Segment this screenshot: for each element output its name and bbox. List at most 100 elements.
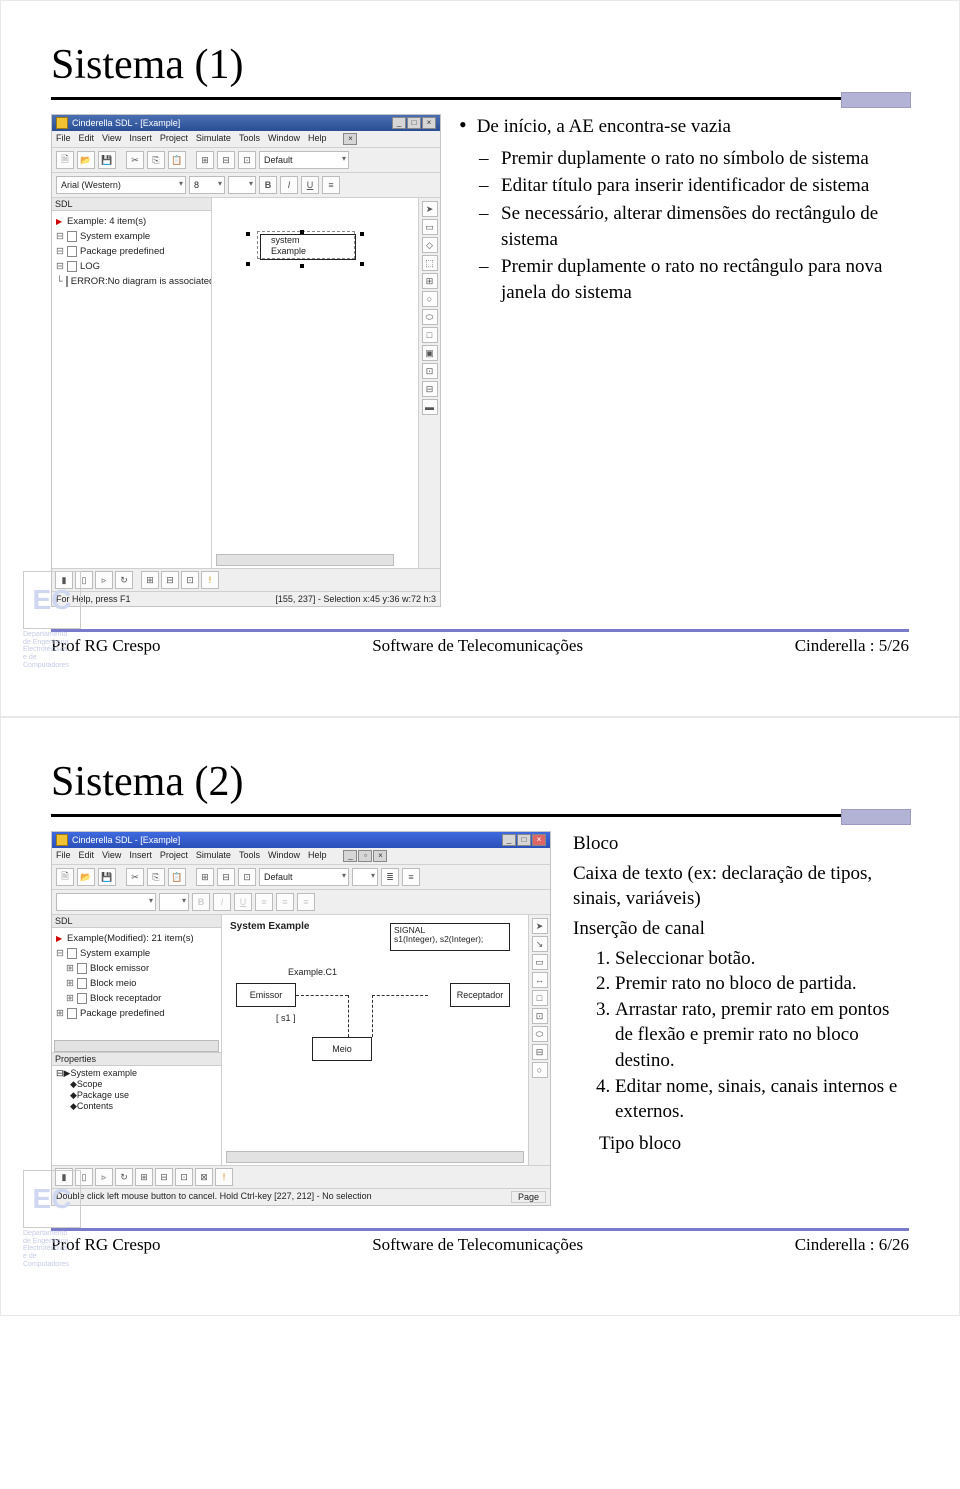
alert-icon[interactable]: ! (201, 571, 219, 589)
align-icon[interactable]: ≡ (322, 176, 340, 194)
menu-simulate[interactable]: Simulate (196, 850, 231, 862)
tree-item[interactable]: ⊟System example (56, 946, 217, 961)
menu-tools[interactable]: Tools (239, 133, 260, 145)
underline-icon[interactable]: U (234, 893, 252, 911)
tool-icon[interactable]: ⊞ (422, 273, 438, 289)
menu-bar[interactable]: File Edit View Insert Project Simulate T… (52, 131, 440, 148)
tool-icon[interactable]: ○ (532, 1062, 548, 1078)
menu-insert[interactable]: Insert (129, 850, 152, 862)
tree-hscroll[interactable] (54, 1040, 219, 1052)
step-icon[interactable]: ▹ (95, 571, 113, 589)
size-combo[interactable]: 8 (189, 176, 225, 194)
menu-view[interactable]: View (102, 133, 121, 145)
tool-icon[interactable]: ⊞ (196, 151, 214, 169)
menu-tools[interactable]: Tools (239, 850, 260, 862)
tool-icon[interactable]: ≡ (402, 868, 420, 886)
maximize-button[interactable]: □ (517, 834, 531, 846)
doc-close-button[interactable]: × (373, 850, 387, 862)
tool-icon[interactable]: ⊟ (217, 868, 235, 886)
tool-icon[interactable]: ⊞ (196, 868, 214, 886)
tool-icon[interactable]: ⬭ (532, 1026, 548, 1042)
tool-icon[interactable]: ⊟ (532, 1044, 548, 1060)
tool-icon[interactable]: ↘ (532, 936, 548, 952)
new-icon[interactable]: 🗎 (56, 151, 74, 169)
menu-window[interactable]: Window (268, 133, 300, 145)
layer-combo[interactable]: Default (259, 868, 349, 886)
tree-item[interactable]: ⊟LOG (56, 259, 207, 274)
copy-icon[interactable]: ⎘ (147, 868, 165, 886)
props-item[interactable]: ◆Scope (56, 1079, 217, 1090)
paste-icon[interactable]: 📋 (168, 151, 186, 169)
alert-icon[interactable]: ! (215, 1168, 233, 1186)
zoom-combo[interactable] (352, 868, 378, 886)
bold-icon[interactable]: B (192, 893, 210, 911)
system-symbol[interactable]: system Example (252, 220, 362, 264)
run-icon[interactable]: ↻ (115, 571, 133, 589)
tree-item[interactable]: ⊞Package predefined (56, 1006, 217, 1021)
tool-icon[interactable]: ⊡ (181, 571, 199, 589)
doc-max-button[interactable]: ▫ (358, 850, 372, 862)
tree-item[interactable]: ⊟Package predefined (56, 244, 207, 259)
tool-icon[interactable]: ⬚ (422, 255, 438, 271)
open-icon[interactable]: 📂 (77, 151, 95, 169)
tool-icon[interactable]: ⊞ (135, 1168, 153, 1186)
tree-item[interactable]: ⊞Block receptador (56, 991, 217, 1006)
maximize-button[interactable]: □ (407, 117, 421, 129)
menu-simulate[interactable]: Simulate (196, 133, 231, 145)
menu-project[interactable]: Project (160, 133, 188, 145)
tool-icon[interactable]: □ (422, 327, 438, 343)
align-icon[interactable]: ≡ (276, 893, 294, 911)
block-emissor[interactable]: Emissor (236, 983, 296, 1007)
pointer-icon[interactable]: ➤ (532, 918, 548, 934)
tool-icon[interactable]: ◇ (422, 237, 438, 253)
tool-icon[interactable]: ▭ (422, 219, 438, 235)
close-button[interactable]: × (422, 117, 436, 129)
tool-icon[interactable]: ⊟ (217, 151, 235, 169)
hscroll[interactable] (216, 554, 394, 566)
doc-close-button[interactable]: × (343, 133, 357, 145)
tool-icon[interactable]: ⊡ (422, 363, 438, 379)
canvas[interactable]: system Example (212, 198, 418, 568)
copy-icon[interactable]: ⎘ (147, 151, 165, 169)
menu-file[interactable]: File (56, 133, 71, 145)
pointer-icon[interactable]: ➤ (422, 201, 438, 217)
run-icon[interactable]: ↻ (115, 1168, 133, 1186)
step-icon[interactable]: ▹ (95, 1168, 113, 1186)
menu-bar[interactable]: File Edit View Insert Project Simulate T… (52, 848, 550, 865)
align-icon[interactable]: ≡ (255, 893, 273, 911)
tool-icon[interactable]: ⊠ (195, 1168, 213, 1186)
menu-view[interactable]: View (102, 850, 121, 862)
tool-icon[interactable]: ⊡ (532, 1008, 548, 1024)
block-receptador[interactable]: Receptador (450, 983, 510, 1007)
menu-window[interactable]: Window (268, 850, 300, 862)
window-buttons[interactable]: _□× (391, 117, 436, 129)
open-icon[interactable]: 📂 (77, 868, 95, 886)
tree-item[interactable]: ⊞Block emissor (56, 961, 217, 976)
tree-item[interactable]: ⊞Block meio (56, 976, 217, 991)
block-meio[interactable]: Meio (312, 1037, 372, 1061)
minimize-button[interactable]: _ (392, 117, 406, 129)
block-icon[interactable]: □ (532, 990, 548, 1006)
menu-project[interactable]: Project (160, 850, 188, 862)
new-icon[interactable]: 🗎 (56, 868, 74, 886)
tree-root[interactable]: ▶Example(Modified): 21 item(s) (56, 931, 217, 946)
tool-icon[interactable]: ⊟ (422, 381, 438, 397)
tool-icon[interactable]: ▣ (422, 345, 438, 361)
tool-icon[interactable]: ⊡ (238, 868, 256, 886)
tool-icon[interactable]: ○ (422, 291, 438, 307)
close-button[interactable]: × (532, 834, 546, 846)
save-icon[interactable]: 💾 (98, 868, 116, 886)
tool-icon[interactable]: ≣ (381, 868, 399, 886)
italic-icon[interactable]: I (280, 176, 298, 194)
underline-icon[interactable]: U (301, 176, 319, 194)
align-icon[interactable]: ≡ (297, 893, 315, 911)
font-combo[interactable]: Arial (Western) (56, 176, 186, 194)
font-combo[interactable] (56, 893, 156, 911)
save-icon[interactable]: 💾 (98, 151, 116, 169)
menu-edit[interactable]: Edit (79, 850, 95, 862)
tree-root[interactable]: ▶Example: 4 item(s) (56, 214, 207, 229)
cut-icon[interactable]: ✂ (126, 868, 144, 886)
textbox-icon[interactable]: ▭ (532, 954, 548, 970)
canvas[interactable]: System Example SIGNAL s1(Integer), s2(In… (222, 915, 528, 1165)
tree-item[interactable]: ⊟System example (56, 229, 207, 244)
